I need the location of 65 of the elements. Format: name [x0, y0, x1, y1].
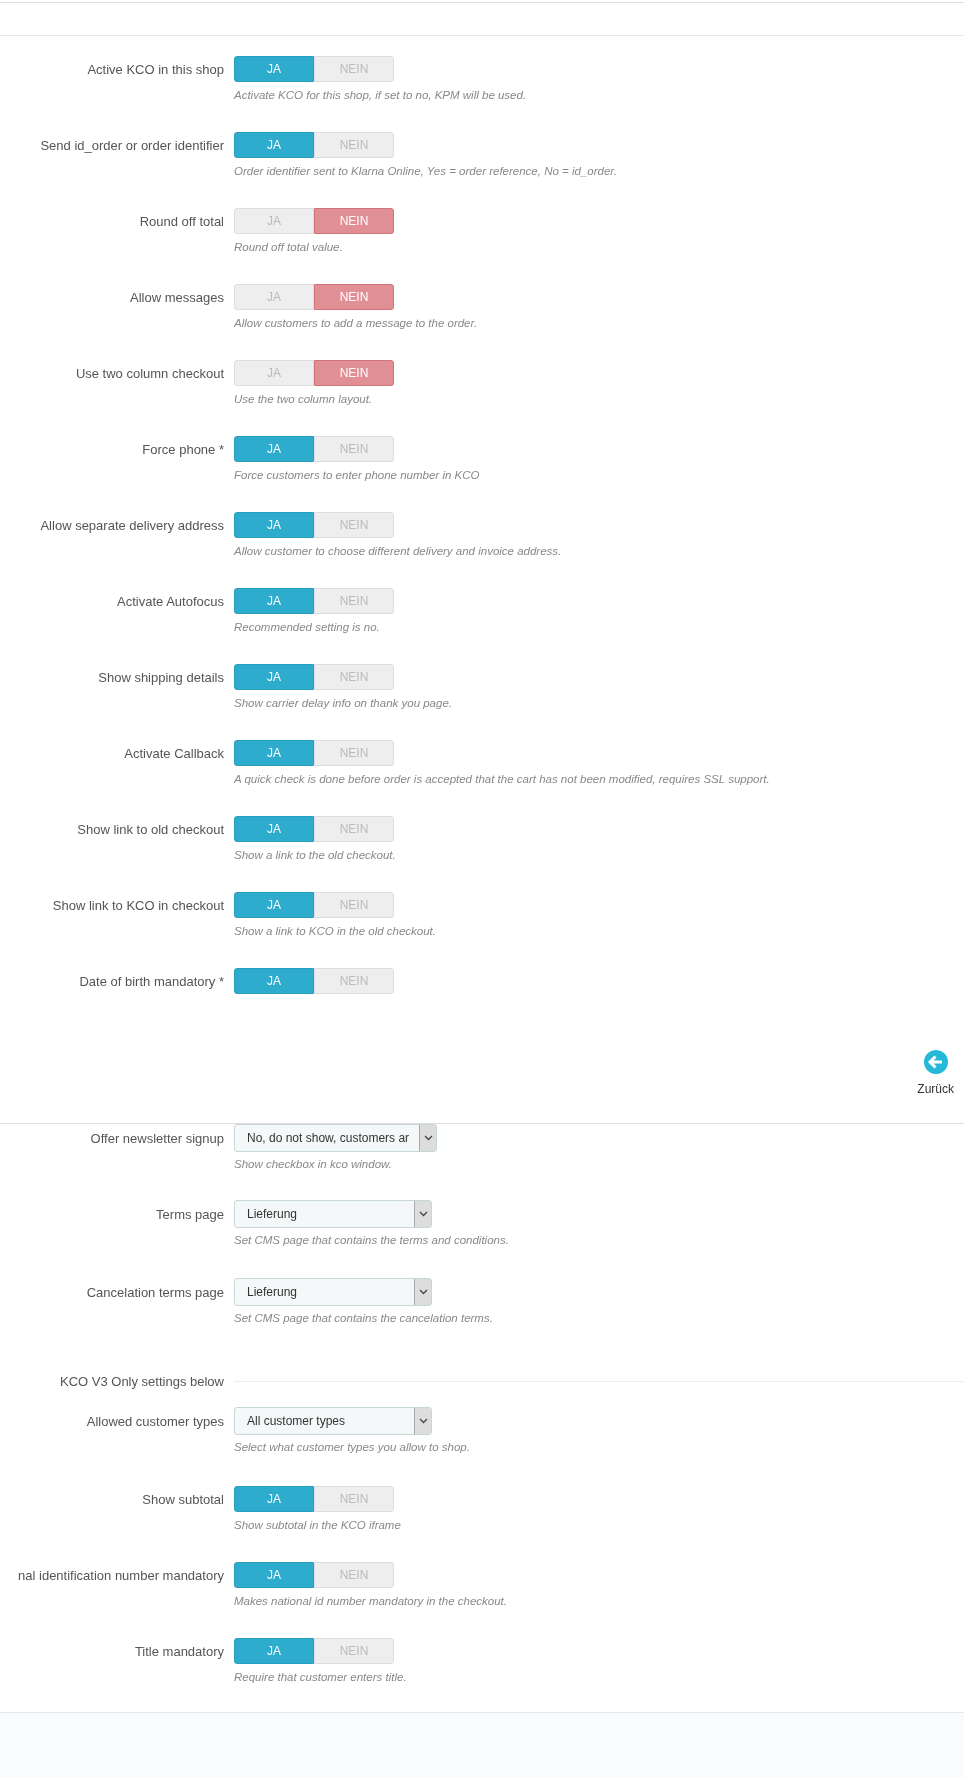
switch-option[interactable]: JA — [234, 436, 314, 462]
field-label: Cancelation terms page — [85, 1284, 225, 1300]
field-label: Send id_order or order identifier — [39, 137, 225, 153]
dropdown-select[interactable]: Lieferung — [234, 1200, 432, 1228]
field-label: Show link to KCO in checkout — [51, 897, 225, 913]
help-text: Activate KCO for this shop, if set to no, KPM will be used. — [234, 89, 528, 101]
help-text: Set CMS page that contains the terms and conditions. — [234, 1234, 510, 1246]
help-text: Recommended setting is no. — [234, 621, 381, 633]
switch-option[interactable]: JA — [234, 664, 314, 690]
field-label: Date of birth mandatory * — [78, 973, 225, 989]
field-label: Allowed customer types — [85, 1413, 225, 1429]
switch-option[interactable]: JA — [234, 968, 314, 994]
help-text: Round off total value. — [234, 241, 344, 253]
switch-option[interactable]: JA — [234, 816, 314, 842]
switch-option[interactable]: JA — [234, 588, 314, 614]
back-button[interactable]: Zurück — [907, 1050, 964, 1096]
help-text: Makes national id number mandatory in the checkout. — [234, 1595, 508, 1607]
help-text: Show a link to KCO in the old checkout. — [234, 925, 437, 937]
help-text: Allow customer to choose different delivery and invoice address. — [234, 545, 563, 557]
switch-option[interactable]: JA — [234, 132, 314, 158]
switch-option[interactable]: JA — [234, 740, 314, 766]
switch-option[interactable]: NEIN — [314, 208, 394, 234]
field-label: Force phone * — [141, 441, 225, 457]
section-heading: KCO V3 Only settings below — [58, 1374, 225, 1389]
help-text: Order identifier sent to Klarna Online, Yes = order reference, No = id_order. — [234, 165, 618, 177]
field-label: Title mandatory — [133, 1643, 225, 1659]
field-label: Terms page — [155, 1206, 225, 1222]
help-text: Set CMS page that contains the cancelation terms. — [234, 1312, 494, 1324]
switch-option[interactable]: JA — [234, 512, 314, 538]
field-label: Allow messages — [129, 289, 225, 305]
help-text: Require that customer enters title. — [234, 1671, 408, 1683]
dropdown-select[interactable]: All customer types — [234, 1407, 432, 1435]
help-text: Select what customer types you allow to shop. — [234, 1441, 471, 1453]
chevron-down-icon — [418, 1289, 428, 1295]
field-label: Show subtotal — [141, 1491, 225, 1507]
help-text: A quick check is done before order is accepted that the cart has not been modified, requires SSL support. — [234, 773, 771, 785]
dropdown-select[interactable]: Lieferung — [234, 1278, 432, 1306]
help-text: Use the two column layout. — [234, 393, 374, 405]
help-text: Allow customers to add a message to the order. — [234, 317, 479, 329]
chevron-down-icon — [418, 1211, 428, 1217]
field-label: Round off total — [138, 213, 225, 229]
field-label: Use two column checkout — [74, 365, 225, 381]
help-text: Show a link to the old checkout. — [234, 849, 397, 861]
field-label: Active KCO in this shop — [86, 61, 225, 77]
switch-option[interactable]: JA — [234, 56, 314, 82]
switch-option[interactable]: JA — [234, 892, 314, 918]
chevron-down-icon — [418, 1418, 428, 1424]
switch-option[interactable]: NEIN — [314, 360, 394, 386]
field-label: nal identification number mandatory — [17, 1567, 225, 1583]
help-text: Show checkbox in kco window. — [234, 1158, 393, 1170]
field-label: Show link to old checkout — [76, 821, 225, 837]
help-text: Force customers to enter phone number in KCO — [234, 469, 481, 481]
switch-option[interactable]: JA — [234, 1562, 314, 1588]
field-label: Offer newsletter signup — [89, 1130, 225, 1146]
switch-option[interactable]: JA — [234, 1638, 314, 1664]
field-label: Show shipping details — [97, 669, 225, 685]
dropdown-select[interactable]: No, do not show, customers ar — [234, 1124, 438, 1152]
switch-option[interactable]: NEIN — [314, 284, 394, 310]
field-label: Allow separate delivery address — [39, 517, 225, 533]
switch-option[interactable]: JA — [234, 1486, 314, 1512]
field-label: Activate Callback — [123, 745, 225, 761]
help-text: Show carrier delay info on thank you page. — [234, 697, 453, 709]
chevron-down-icon — [423, 1135, 433, 1141]
help-text: Show subtotal in the KCO iframe — [234, 1519, 402, 1531]
field-label: Activate Autofocus — [116, 593, 225, 609]
